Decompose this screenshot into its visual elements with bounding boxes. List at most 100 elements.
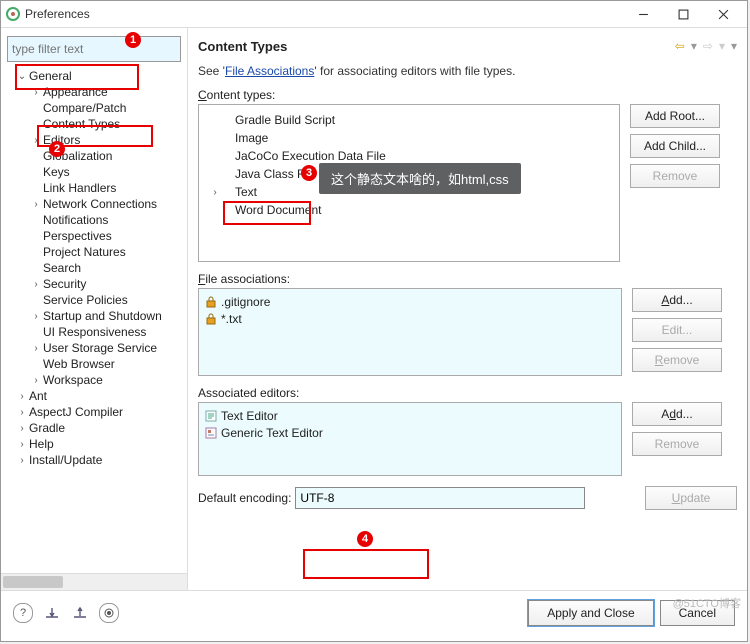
expand-icon[interactable]: ›	[31, 199, 41, 210]
titlebar: Preferences	[1, 1, 747, 28]
tree-item-label: Install/Update	[27, 453, 102, 467]
tree-item[interactable]: ›Editors	[3, 132, 187, 148]
expand-icon[interactable]: ⌄	[17, 71, 27, 82]
content-type-label: Java Class File	[235, 167, 316, 181]
tree-item[interactable]: ›Install/Update	[3, 452, 187, 468]
tree-item-label: AspectJ Compiler	[27, 405, 123, 419]
expand-icon[interactable]: ›	[31, 343, 41, 354]
remove-editor-button[interactable]: Remove	[632, 432, 722, 456]
horizontal-scrollbar[interactable]	[1, 573, 187, 590]
file-associations-link[interactable]: File Associations	[225, 64, 314, 78]
expand-icon[interactable]: ›	[209, 187, 221, 198]
add-child-button[interactable]: Add Child...	[630, 134, 720, 158]
expand-icon[interactable]: ›	[17, 423, 27, 434]
file-association-label: .gitignore	[221, 295, 270, 309]
preferences-tree[interactable]: ⌄General›AppearanceCompare/PatchContent …	[1, 68, 187, 573]
tree-item[interactable]: ›User Storage Service	[3, 340, 187, 356]
footer: ? Apply and Close Cancel	[1, 590, 747, 635]
tree-item[interactable]: ›Ant	[3, 388, 187, 404]
associated-editor-item[interactable]: Text Editor	[205, 407, 615, 424]
file-associations-list[interactable]: .gitignore*.txt	[198, 288, 622, 376]
tree-item-label: Network Connections	[41, 197, 157, 211]
default-encoding-label: Default encoding:	[198, 491, 291, 505]
associated-editors-list[interactable]: Text Editor Generic Text Editor	[198, 402, 622, 476]
file-association-item[interactable]: .gitignore	[205, 293, 615, 310]
file-association-item[interactable]: *.txt	[205, 310, 615, 327]
content-type-item[interactable]: JaCoCo Execution Data File	[209, 147, 619, 165]
tree-item[interactable]: Service Policies	[3, 292, 187, 308]
back-icon[interactable]: ⇦	[675, 39, 685, 53]
remove-content-type-button[interactable]: Remove	[630, 164, 720, 188]
minimize-button[interactable]	[623, 1, 663, 27]
update-button[interactable]: Update	[645, 486, 737, 510]
tree-item[interactable]: Search	[3, 260, 187, 276]
expand-icon[interactable]: ›	[17, 391, 27, 402]
cancel-button[interactable]: Cancel	[660, 600, 735, 626]
tree-item[interactable]: ›Workspace	[3, 372, 187, 388]
edit-association-button[interactable]: Edit...	[632, 318, 722, 342]
tree-item-label: Startup and Shutdown	[41, 309, 162, 323]
tree-item-label: Ant	[27, 389, 47, 403]
expand-icon[interactable]: ›	[31, 279, 41, 290]
content-type-item[interactable]: ›Text	[209, 183, 619, 201]
default-encoding-field[interactable]	[295, 487, 585, 509]
tree-item[interactable]: ›Help	[3, 436, 187, 452]
tree-item[interactable]: ⌄General	[3, 68, 187, 84]
tree-item[interactable]: Globalization	[3, 148, 187, 164]
import-icon[interactable]	[43, 604, 61, 622]
remove-association-button[interactable]: Remove	[632, 348, 722, 372]
apply-and-close-button[interactable]: Apply and Close	[528, 600, 653, 626]
tree-item[interactable]: ›Security	[3, 276, 187, 292]
tree-item[interactable]: Perspectives	[3, 228, 187, 244]
tree-item[interactable]: Notifications	[3, 212, 187, 228]
content-type-item[interactable]: Java Class File	[209, 165, 619, 183]
expand-icon[interactable]: ›	[17, 439, 27, 450]
tree-item[interactable]: Link Handlers	[3, 180, 187, 196]
tree-item-label: Globalization	[41, 149, 112, 163]
tree-item[interactable]: Keys	[3, 164, 187, 180]
expand-icon[interactable]: ›	[17, 407, 27, 418]
tree-item[interactable]: Web Browser	[3, 356, 187, 372]
see-text: See 'File Associations' for associating …	[198, 64, 737, 78]
tree-item[interactable]: Compare/Patch	[3, 100, 187, 116]
tree-item[interactable]: Content Types	[3, 116, 187, 132]
tree-item[interactable]: Project Natures	[3, 244, 187, 260]
associated-editors-label: Associated editors:	[198, 386, 737, 400]
add-root-button[interactable]: Add Root...	[630, 104, 720, 128]
sidebar: ⌄General›AppearanceCompare/PatchContent …	[1, 28, 188, 590]
expand-icon[interactable]: ›	[17, 455, 27, 466]
content-type-label: Word Document	[235, 203, 321, 217]
content-types-list[interactable]: Gradle Build ScriptImageJaCoCo Execution…	[198, 104, 620, 262]
tree-item[interactable]: UI Responsiveness	[3, 324, 187, 340]
add-association-button[interactable]: Add...	[632, 288, 722, 312]
tree-item-label: Content Types	[41, 117, 120, 131]
tree-item[interactable]: ›Gradle	[3, 420, 187, 436]
tree-item-label: General	[27, 69, 72, 83]
help-icon[interactable]: ?	[13, 603, 33, 623]
tree-item[interactable]: ›Network Connections	[3, 196, 187, 212]
associated-editor-label: Generic Text Editor	[221, 426, 323, 440]
menu-icon[interactable]: ▾	[731, 39, 737, 53]
forward-icon[interactable]: ⇨	[703, 39, 713, 53]
tree-item-label: Keys	[41, 165, 70, 179]
lock-icon	[205, 296, 217, 308]
expand-icon[interactable]: ›	[31, 375, 41, 386]
expand-icon[interactable]: ›	[31, 311, 41, 322]
tree-item[interactable]: ›Appearance	[3, 84, 187, 100]
associated-editor-item[interactable]: Generic Text Editor	[205, 424, 615, 441]
content-type-item[interactable]: Word Document	[209, 201, 619, 219]
tree-item-label: Link Handlers	[41, 181, 116, 195]
tree-item-label: Web Browser	[41, 357, 115, 371]
add-editor-button[interactable]: Add...	[632, 402, 722, 426]
maximize-button[interactable]	[663, 1, 703, 27]
export-icon[interactable]	[71, 604, 89, 622]
record-icon[interactable]	[99, 603, 119, 623]
expand-icon[interactable]: ›	[31, 135, 41, 146]
content-type-item[interactable]: Gradle Build Script	[209, 111, 619, 129]
filter-input[interactable]	[7, 36, 181, 62]
tree-item[interactable]: ›Startup and Shutdown	[3, 308, 187, 324]
close-button[interactable]	[703, 1, 743, 27]
tree-item[interactable]: ›AspectJ Compiler	[3, 404, 187, 420]
expand-icon[interactable]: ›	[31, 87, 41, 98]
content-type-item[interactable]: Image	[209, 129, 619, 147]
